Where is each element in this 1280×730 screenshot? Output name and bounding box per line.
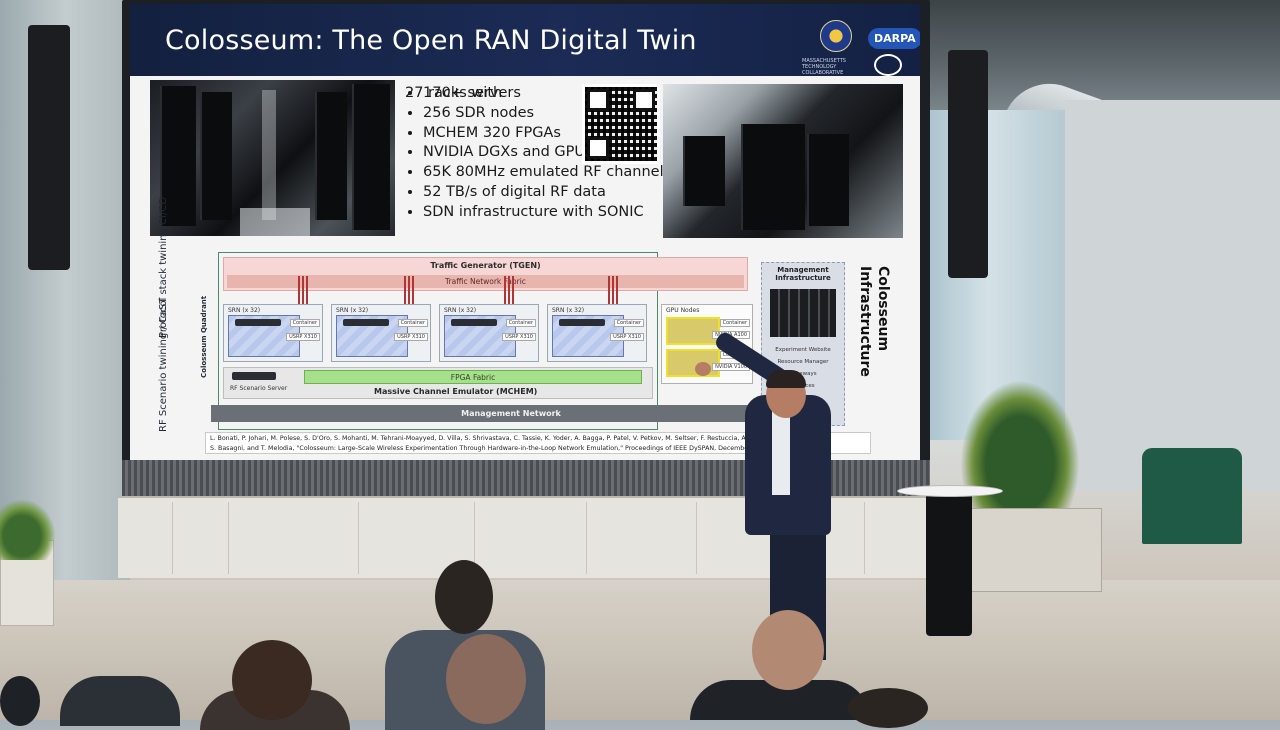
mchem-label: Massive Channel Emulator (MCHEM) xyxy=(374,387,538,396)
datacenter-photo-left xyxy=(150,80,395,236)
left-speaker xyxy=(28,25,70,270)
srn-usrp-chip: USRP X310 xyxy=(610,333,644,341)
rf-server-label: RF Scenario Server xyxy=(230,385,288,392)
ntia-logo-icon xyxy=(874,54,902,76)
audience-head xyxy=(0,676,40,726)
tgen-label: Traffic Generator (TGEN) xyxy=(430,261,541,270)
srn-usrp-chip: USRP X310 xyxy=(394,333,428,341)
presenter-shirt xyxy=(772,405,790,495)
server-rack-icon xyxy=(770,289,836,337)
srn-block: SRN (x 32) Container USRP X310 xyxy=(331,304,431,362)
srn-block: SRN (x 32) Container USRP X310 xyxy=(439,304,539,362)
fpga-fabric: FPGA Fabric xyxy=(304,370,642,384)
right-wall xyxy=(1065,100,1280,490)
slide-title: Colosseum: The Open RAN Digital Twin xyxy=(165,25,697,56)
spec-item: 52 TB/s of digital RF data xyxy=(423,183,671,203)
gpu-container-chip: Container xyxy=(719,319,750,327)
fabric-link xyxy=(504,276,514,304)
qr-code-icon xyxy=(582,84,660,164)
srn-usrp-chip: USRP X310 xyxy=(286,333,320,341)
audience-chair xyxy=(60,676,180,726)
srn-title: SRN (x 32) xyxy=(444,307,477,314)
srn-container-chip: Container xyxy=(505,319,536,327)
infrastructure-label: Colosseum Infrastructure xyxy=(857,266,891,377)
audience-head xyxy=(232,640,312,720)
management-network: Management Network xyxy=(211,405,811,422)
plant-left xyxy=(0,500,55,560)
darpa-logo: DARPA xyxy=(868,28,920,49)
srn-title: SRN (x 32) xyxy=(228,307,261,314)
high-table xyxy=(897,485,1003,497)
green-chair xyxy=(1142,448,1242,544)
spec-item: 65K 80MHz emulated RF channels xyxy=(423,163,671,183)
datacenter-photo-right xyxy=(663,84,903,238)
fabric-link xyxy=(608,276,618,304)
srn-block: SRN (x 32) Container USRP X310 xyxy=(223,304,323,362)
mtc-logo: MASSACHUSETTS TECHNOLOGY COLLABORATIVE xyxy=(802,58,846,76)
srn-usrp-chip: USRP X310 xyxy=(502,333,536,341)
mgmt-infra-title: Management Infrastructure xyxy=(775,266,831,282)
quadrant-label: Colosseum Quadrant xyxy=(200,295,208,379)
fabric-link xyxy=(298,276,308,304)
audience-head xyxy=(446,634,526,724)
planter xyxy=(962,508,1102,592)
gpu-title: GPU Nodes xyxy=(666,307,700,314)
side-label-bottom: RF Scenario twining / CaST xyxy=(158,297,169,432)
srn-title: SRN (x 32) xyxy=(552,307,585,314)
table-base xyxy=(926,490,972,636)
srn-container-chip: Container xyxy=(289,319,320,327)
srn-container-chip: Container xyxy=(613,319,644,327)
audience-head xyxy=(435,560,493,634)
specs-heading: 27 racks with xyxy=(405,85,503,101)
srn-container-chip: Container xyxy=(397,319,428,327)
fabric-link xyxy=(404,276,414,304)
slide-title-bar: Colosseum: The Open RAN Digital Twin DAR… xyxy=(130,4,920,76)
audience-head xyxy=(848,688,928,728)
right-speaker xyxy=(948,50,988,278)
rf-server-icon xyxy=(232,372,276,380)
floor xyxy=(0,580,1280,720)
presenter-hand xyxy=(695,362,711,376)
presenter-hair xyxy=(766,370,806,388)
plant xyxy=(960,380,1080,520)
spec-item: SDN infrastructure with SONIC xyxy=(423,203,671,223)
srn-block: SRN (x 32) Container USRP X310 xyxy=(547,304,647,362)
audience-head xyxy=(752,610,824,690)
nsf-logo-icon xyxy=(820,20,852,52)
srn-title: SRN (x 32) xyxy=(336,307,369,314)
mgmt-item: Experiment Website xyxy=(775,347,831,353)
